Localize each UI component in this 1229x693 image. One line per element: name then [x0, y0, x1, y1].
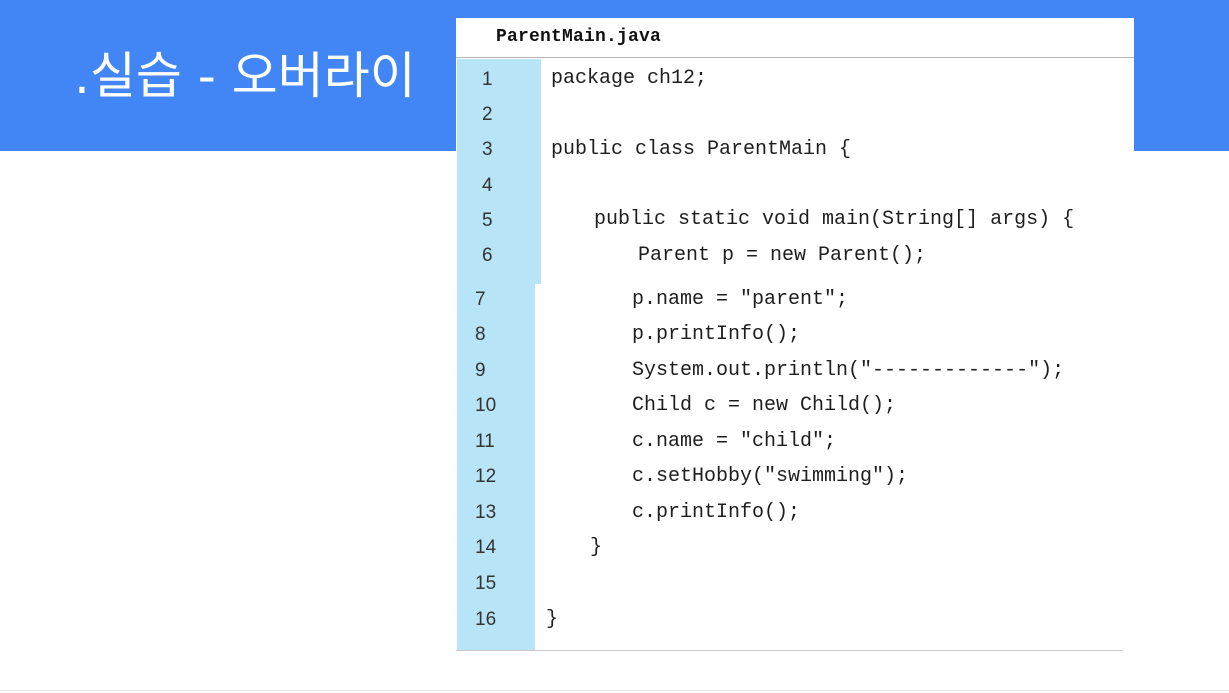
line-number: 10 [475, 395, 497, 416]
code-line: } [590, 536, 603, 559]
code-line: c.name = "child"; [632, 430, 837, 453]
line-number: 5 [482, 210, 493, 231]
line-number: 13 [475, 502, 497, 523]
line-number: 4 [482, 175, 493, 196]
code-line: p.name = "parent"; [632, 288, 849, 311]
code-line: c.setHobby("swimming"); [632, 465, 909, 488]
line-number-gutter [457, 59, 541, 284]
code-line: c.printInfo(); [632, 501, 801, 524]
line-number: 6 [482, 245, 493, 266]
line-number: 15 [475, 573, 497, 594]
line-number: 7 [475, 289, 486, 310]
line-number: 16 [475, 609, 497, 630]
code-line: Parent p = new Parent(); [638, 244, 927, 267]
code-line: Child c = new Child(); [632, 394, 897, 417]
code-image: ParentMain.java 1 2 3 4 5 6 7 8 9 10 11 … [456, 18, 1134, 651]
code-line: } [546, 608, 559, 631]
line-number: 9 [475, 360, 486, 381]
line-number: 3 [482, 139, 493, 160]
code-line: public static void main(String[] args) { [594, 208, 1075, 231]
code-line: p.printInfo(); [632, 323, 801, 346]
line-number: 14 [475, 537, 497, 558]
line-number: 8 [475, 324, 486, 345]
code-line: public class ParentMain { [551, 138, 852, 161]
code-line: System.out.println("-------------"); [632, 359, 1065, 382]
file-name: ParentMain.java [496, 27, 662, 47]
slide-title: .실습 - 오버라이 [74, 47, 416, 105]
line-number: 11 [475, 431, 495, 452]
file-header: ParentMain.java [456, 18, 1134, 58]
line-number: 2 [482, 104, 493, 125]
code-bottom-border [456, 650, 1123, 651]
slide-bottom-rule [0, 690, 1229, 691]
line-number: 12 [475, 466, 497, 487]
code-line: package ch12; [551, 67, 708, 90]
line-number: 1 [482, 69, 493, 90]
